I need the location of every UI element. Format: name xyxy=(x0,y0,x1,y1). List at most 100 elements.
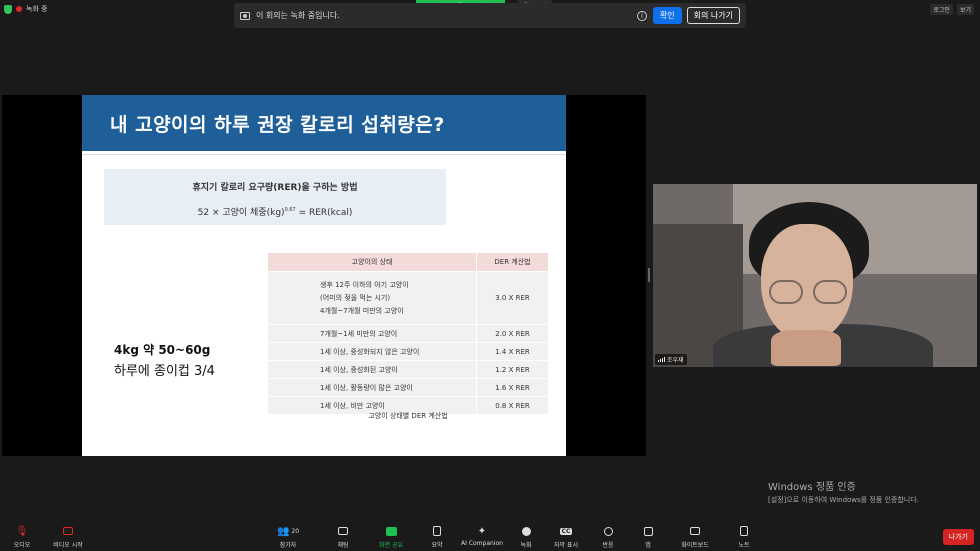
microphone-muted-icon: 🎙 xyxy=(15,525,29,537)
participants-icon: 👥 20 xyxy=(276,525,300,537)
video-label: 비디오 시작 xyxy=(53,542,83,549)
rer-formula: 52 × 고양이 체중(kg)0.67 = RER(kcal) xyxy=(104,205,446,218)
table-row: 1세 이상, 중성화되지 않은 고양이 1.4 X RER xyxy=(268,343,548,361)
table-cell-der: 2.0 X RER xyxy=(476,325,548,342)
sparkle-icon: ✦ xyxy=(477,525,487,537)
recording-dot-icon xyxy=(16,6,22,12)
captions-badge: CC xyxy=(559,527,573,535)
leave-button[interactable]: 나가기 xyxy=(942,529,974,545)
rer-formula-exponent: 0.67 xyxy=(284,207,296,213)
der-table-header: 고양이의 상태 DER 계산법 xyxy=(268,253,548,272)
view-button[interactable]: 보기 xyxy=(956,4,974,15)
participant-name-tag: 조우재 xyxy=(655,354,687,365)
split-view-handle[interactable] xyxy=(648,268,650,282)
leave-meeting-button[interactable]: 회의 나가기 xyxy=(686,7,740,24)
participants-button[interactable]: 👥 20 참가자 xyxy=(266,524,310,550)
apps-label: 앱 xyxy=(645,542,651,549)
notes-button[interactable]: 노트 xyxy=(722,524,766,549)
reactions-button[interactable]: 반응 xyxy=(586,524,630,549)
table-row: 생후 12주 이하의 아기 고양이 (어미의 젖을 먹는 시기) 4개월~7개월… xyxy=(268,272,548,325)
table-caption: 고양이 상태별 DER 계산법 xyxy=(368,412,448,420)
login-button[interactable]: 로그인 xyxy=(930,4,953,15)
der-table: 고양이의 상태 DER 계산법 생후 12주 이하의 아기 고양이 (어미의 젖… xyxy=(268,253,548,415)
table-cell-state: 1세 이상, 중성화된 고양이 xyxy=(268,361,476,378)
captions-label: 자막 표시 xyxy=(554,542,578,549)
slide-title: 내 고양이의 하루 권장 칼로리 섭취량은? xyxy=(110,113,445,136)
participants-label: 참가자 xyxy=(279,542,297,549)
presentation-slide: 내 고양이의 하루 권장 칼로리 섭취량은? 휴지기 칼로리 요구량(RER)을… xyxy=(82,95,566,456)
chat-button[interactable]: 채팅 xyxy=(321,524,365,549)
table-cell-state: 1세 이상, 중성화되지 않은 고양이 xyxy=(268,343,476,360)
reactions-label: 반응 xyxy=(602,542,614,549)
table-cell-state: 7개월~1세 미만의 고양이 xyxy=(268,325,476,342)
table-row: 1세 이상, 활동량이 많은 고양이 1.6 X RER xyxy=(268,379,548,397)
participants-count: 20 xyxy=(291,527,300,535)
whiteboard-label: 화이트보드 xyxy=(681,542,709,549)
reactions-icon xyxy=(586,524,630,538)
portion-note-line1: 4kg 약 50~60g xyxy=(114,343,211,357)
security-shield-icon[interactable] xyxy=(4,4,12,14)
captions-button[interactable]: CC 자막 표시 xyxy=(544,524,588,549)
chat-label: 채팅 xyxy=(337,542,349,549)
recording-indicator[interactable]: 녹화 중 xyxy=(4,4,48,14)
rer-formula-pre: 52 × 고양이 체중(kg) xyxy=(197,208,285,218)
notes-icon xyxy=(722,524,766,538)
whiteboard-icon xyxy=(671,524,719,538)
participant-hand xyxy=(771,330,841,366)
participant-glasses xyxy=(767,280,849,304)
table-cell-der: 3.0 X RER xyxy=(476,272,548,324)
slide-divider xyxy=(82,154,566,155)
audio-label: 오디오 xyxy=(13,542,31,549)
table-cell-state: 생후 12주 이하의 아기 고양이 (어미의 젖을 먹는 시기) 4개월~7개월… xyxy=(268,272,476,324)
rer-formula-box: 휴지기 칼로리 요구량(RER)을 구하는 방법 52 × 고양이 체중(kg)… xyxy=(104,169,446,225)
recording-label: 녹화 중 xyxy=(26,5,48,13)
audio-button[interactable]: 🎙 오디오 xyxy=(0,524,44,550)
recording-notice-text: 이 회의는 녹화 중입니다. xyxy=(256,11,340,20)
share-screen-icon xyxy=(369,524,413,538)
table-row: 1세 이상, 중성화된 고양이 1.2 X RER xyxy=(268,361,548,379)
ai-companion-label: AI Companion xyxy=(461,540,503,547)
header-der: DER 계산법 xyxy=(476,253,548,271)
portion-note-line2: 하루에 종이컵 3/4 xyxy=(114,364,215,379)
table-cell-der: 1.6 X RER xyxy=(476,379,548,396)
table-cell-der: 1.4 X RER xyxy=(476,343,548,360)
record-icon xyxy=(504,524,548,538)
camera-off-icon xyxy=(46,524,90,538)
record-button[interactable]: 녹화 xyxy=(504,524,548,549)
share-screen-button[interactable]: 화면 공유 xyxy=(369,524,413,549)
rer-title: 휴지기 칼로리 요구량(RER)을 구하는 방법 xyxy=(192,183,358,193)
signal-bars-icon xyxy=(658,357,665,362)
meeting-toolbar: 🎙 오디오 비디오 시작 👥 20 참가자 채팅 화면 공유 요약 ✦ AI Co… xyxy=(0,522,980,551)
recording-notice-bar: 이 회의는 녹화 중입니다. i 확인 회의 나가기 xyxy=(234,3,746,28)
info-icon[interactable]: i xyxy=(636,10,647,21)
whiteboard-button[interactable]: 화이트보드 xyxy=(671,524,719,549)
confirm-button[interactable]: 확인 xyxy=(652,7,682,24)
apps-button[interactable]: 앱 xyxy=(626,524,670,549)
notes-label: 노트 xyxy=(738,542,750,549)
summary-button[interactable]: 요약 xyxy=(415,524,459,549)
captions-icon: CC xyxy=(544,524,588,538)
watermark-title: Windows 정품 인증 xyxy=(768,482,856,493)
rer-formula-post: = RER(kcal) xyxy=(295,208,353,218)
table-row: 7개월~1세 미만의 고양이 2.0 X RER xyxy=(268,325,548,343)
video-button[interactable]: 비디오 시작 xyxy=(46,524,90,549)
shared-screen-area: 내 고양이의 하루 권장 칼로리 섭취량은? 휴지기 칼로리 요구량(RER)을… xyxy=(2,95,646,456)
table-cell-der: 1.2 X RER xyxy=(476,361,548,378)
participant-video-tile[interactable]: 조우재 xyxy=(653,184,977,367)
header-state: 고양이의 상태 xyxy=(268,253,476,271)
chat-icon xyxy=(321,524,365,538)
zoom-meeting-window: 녹화 중 조우재의 화면을 보고 있습니다 옵션 보기 이 회의는 녹화 중입니… xyxy=(0,0,980,551)
table-cell-state: 1세 이상, 활동량이 많은 고양이 xyxy=(268,379,476,396)
participant-name: 조우재 xyxy=(667,357,684,364)
apps-icon xyxy=(626,524,670,538)
portion-note: 4kg 약 50~60g 하루에 종이컵 3/4 xyxy=(114,341,215,379)
share-screen-label: 화면 공유 xyxy=(379,542,403,549)
windows-activation-watermark: Windows 정품 인증 [설정]으로 이동하여 Windows를 정품 인증… xyxy=(768,478,919,505)
top-right-controls: 로그인 보기 xyxy=(930,4,974,15)
record-label: 녹화 xyxy=(520,542,532,549)
ai-companion-button[interactable]: ✦ AI Companion xyxy=(454,524,510,548)
summary-icon xyxy=(415,524,459,538)
slide-header: 내 고양이의 하루 권장 칼로리 섭취량은? xyxy=(82,95,566,151)
recording-icon xyxy=(240,11,250,20)
watermark-subtitle: [설정]으로 이동하여 Windows를 정품 인증합니다. xyxy=(768,496,919,504)
